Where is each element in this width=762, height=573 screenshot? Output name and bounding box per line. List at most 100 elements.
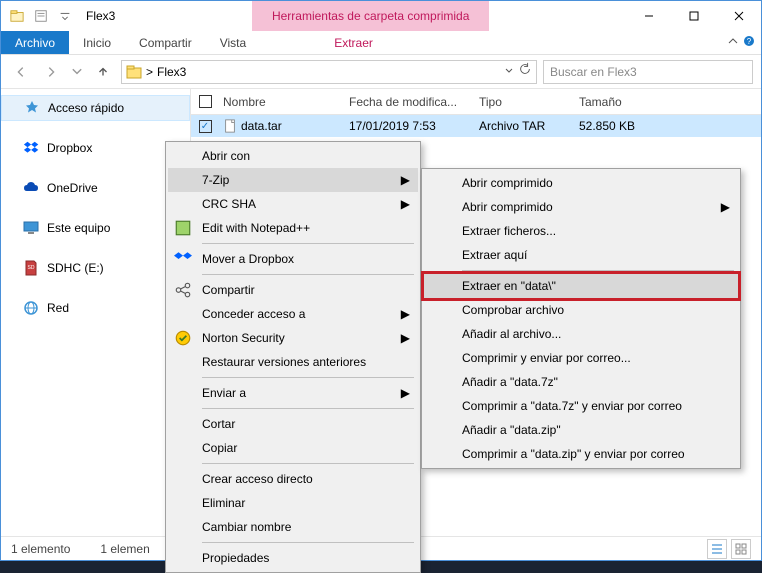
menu-restore-versions[interactable]: Restaurar versiones anteriores xyxy=(168,350,418,374)
menu-norton[interactable]: Norton Security▶ xyxy=(168,326,418,350)
nav-up-button[interactable] xyxy=(91,60,115,84)
submenu-arrow-icon: ▶ xyxy=(401,386,410,400)
submenu-arrow-icon: ▶ xyxy=(401,197,410,211)
sidebar-item-network[interactable]: Red xyxy=(1,295,190,321)
ribbon-tab-extract[interactable]: Extraer xyxy=(320,31,387,54)
context-menu-main: Abrir con 7-Zip▶ CRC SHA▶ Edit with Note… xyxy=(165,141,421,573)
sidebar-item-this-pc[interactable]: Este equipo xyxy=(1,215,190,241)
dropbox-icon xyxy=(23,140,39,156)
view-details-button[interactable] xyxy=(707,539,727,559)
ribbon-expand-icon[interactable] xyxy=(727,34,739,52)
context-menu-7zip: Abrir comprimido Abrir comprimido▶ Extra… xyxy=(421,168,741,469)
menu-share[interactable]: Compartir xyxy=(168,278,418,302)
monitor-icon xyxy=(23,220,39,236)
sd-card-icon: SD xyxy=(23,260,39,276)
menu-cut[interactable]: Cortar xyxy=(168,412,418,436)
menu-extract-to-folder[interactable]: Extraer en "data\" xyxy=(424,274,738,298)
ribbon-tab-share[interactable]: Compartir xyxy=(125,31,206,54)
norton-icon xyxy=(174,329,192,347)
status-selected: 1 elemen xyxy=(100,542,149,556)
sidebar-item-sdhc[interactable]: SD SDHC (E:) xyxy=(1,255,190,281)
submenu-arrow-icon: ▶ xyxy=(721,200,730,214)
file-row[interactable]: ✓ data.tar 17/01/2019 7:53 Archivo TAR 5… xyxy=(191,115,761,137)
ribbon-tab-file[interactable]: Archivo xyxy=(1,31,69,54)
nav-history-button[interactable] xyxy=(69,60,85,84)
menu-copy[interactable]: Copiar xyxy=(168,436,418,460)
ribbon-tab-view[interactable]: Vista xyxy=(206,31,260,54)
file-type: Archivo TAR xyxy=(479,119,579,133)
menu-delete[interactable]: Eliminar xyxy=(168,491,418,515)
row-checkbox[interactable]: ✓ xyxy=(199,120,212,133)
qat-properties-icon[interactable] xyxy=(30,5,52,27)
menu-add-7z[interactable]: Añadir a "data.7z" xyxy=(424,370,738,394)
qat-dropdown-icon[interactable] xyxy=(54,5,76,27)
onedrive-icon xyxy=(23,180,39,196)
explorer-window: Flex3 Herramientas de carpeta comprimida… xyxy=(0,0,762,561)
menu-open-with[interactable]: Abrir con xyxy=(168,144,418,168)
ribbon-context-label: Herramientas de carpeta comprimida xyxy=(252,1,489,31)
help-icon[interactable]: ? xyxy=(743,34,755,52)
address-field[interactable]: > Flex3 xyxy=(121,60,537,84)
menu-send-to[interactable]: Enviar a▶ xyxy=(168,381,418,405)
menu-extract-here[interactable]: Extraer aquí xyxy=(424,243,738,267)
menu-compress-email[interactable]: Comprimir y enviar por correo... xyxy=(424,346,738,370)
svg-text:?: ? xyxy=(747,37,752,46)
menu-move-dropbox[interactable]: Mover a Dropbox xyxy=(168,247,418,271)
submenu-arrow-icon: ▶ xyxy=(401,331,410,345)
address-bar: > Flex3 Buscar en Flex3 xyxy=(1,55,761,89)
submenu-arrow-icon: ▶ xyxy=(401,173,410,187)
menu-properties[interactable]: Propiedades xyxy=(168,546,418,570)
address-dropdown-icon[interactable] xyxy=(504,63,514,81)
sidebar-item-label: Red xyxy=(47,301,69,315)
menu-edit-notepadpp[interactable]: Edit with Notepad++ xyxy=(168,216,418,240)
breadcrumb-caret[interactable]: > xyxy=(146,65,153,79)
menu-compress-zip-email[interactable]: Comprimir a "data.zip" y enviar por corr… xyxy=(424,442,738,466)
menu-grant-access[interactable]: Conceder acceso a▶ xyxy=(168,302,418,326)
ribbon-tab-home[interactable]: Inicio xyxy=(69,31,125,54)
menu-7zip[interactable]: 7-Zip▶ xyxy=(168,168,418,192)
sidebar-item-label: SDHC (E:) xyxy=(47,261,104,275)
menu-create-shortcut[interactable]: Crear acceso directo xyxy=(168,467,418,491)
menu-crc-sha[interactable]: CRC SHA▶ xyxy=(168,192,418,216)
column-type[interactable]: Tipo xyxy=(479,95,579,109)
nav-forward-button[interactable] xyxy=(39,60,63,84)
sidebar-item-label: Dropbox xyxy=(47,141,92,155)
search-input[interactable]: Buscar en Flex3 xyxy=(543,60,753,84)
breadcrumb-item[interactable]: Flex3 xyxy=(157,65,186,79)
maximize-button[interactable] xyxy=(671,1,716,31)
sidebar-item-label: Acceso rápido xyxy=(48,101,124,115)
close-button[interactable] xyxy=(716,1,761,31)
menu-test-archive[interactable]: Comprobar archivo xyxy=(424,298,738,322)
menu-add-archive[interactable]: Añadir al archivo... xyxy=(424,322,738,346)
sidebar-item-quick-access[interactable]: Acceso rápido xyxy=(1,95,190,121)
view-icons-button[interactable] xyxy=(731,539,751,559)
column-size[interactable]: Tamaño xyxy=(579,95,659,109)
sidebar-item-label: Este equipo xyxy=(47,221,110,235)
file-icon xyxy=(223,119,237,133)
share-icon xyxy=(174,281,192,299)
titlebar-ribbon-caption: Herramientas de carpeta comprimida xyxy=(115,1,626,31)
sidebar-item-dropbox[interactable]: Dropbox xyxy=(1,135,190,161)
titlebar-left: Flex3 xyxy=(1,1,115,31)
file-date: 17/01/2019 7:53 xyxy=(349,119,479,133)
column-date[interactable]: Fecha de modifica... xyxy=(349,95,479,109)
menu-compress-7z-email[interactable]: Comprimir a "data.7z" y enviar por corre… xyxy=(424,394,738,418)
sidebar-item-onedrive[interactable]: OneDrive xyxy=(1,175,190,201)
dropbox-icon xyxy=(174,250,192,268)
select-all-checkbox[interactable] xyxy=(199,95,212,108)
menu-extract-files[interactable]: Extraer ficheros... xyxy=(424,219,738,243)
ribbon-tabs: Archivo Inicio Compartir Vista Extraer ? xyxy=(1,31,761,55)
titlebar: Flex3 Herramientas de carpeta comprimida xyxy=(1,1,761,31)
window-icon[interactable] xyxy=(6,5,28,27)
nav-back-button[interactable] xyxy=(9,60,33,84)
minimize-button[interactable] xyxy=(626,1,671,31)
menu-open-archive-1[interactable]: Abrir comprimido xyxy=(424,171,738,195)
refresh-icon[interactable] xyxy=(518,62,532,81)
column-name[interactable]: Nombre xyxy=(219,95,349,109)
menu-rename[interactable]: Cambiar nombre xyxy=(168,515,418,539)
menu-add-zip[interactable]: Añadir a "data.zip" xyxy=(424,418,738,442)
menu-open-archive-2[interactable]: Abrir comprimido▶ xyxy=(424,195,738,219)
sidebar-item-label: OneDrive xyxy=(47,181,98,195)
status-count: 1 elemento xyxy=(11,542,70,556)
notepadpp-icon xyxy=(174,219,192,237)
